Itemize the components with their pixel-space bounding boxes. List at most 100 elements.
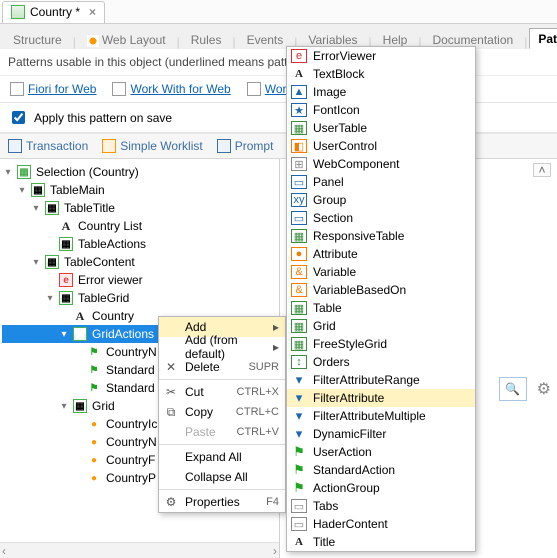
delete-icon: ✕: [163, 360, 179, 374]
tree-standard2[interactable]: Standard: [104, 381, 157, 395]
tree-errorviewer[interactable]: Error viewer: [76, 273, 145, 287]
h-scrollbar[interactable]: ‹ ›: [0, 542, 279, 558]
add-item-title[interactable]: ATitle: [287, 533, 475, 551]
add-item-responsivetable[interactable]: ▦ResponsiveTable: [287, 227, 475, 245]
tab-web-layout[interactable]: Web Layout: [78, 29, 175, 49]
tab-rules[interactable]: Rules: [182, 29, 231, 49]
tbtn-prompt[interactable]: Prompt: [213, 137, 278, 155]
file-tab-country[interactable]: Country * ×: [2, 1, 105, 23]
expander-icon[interactable]: ▾: [58, 401, 70, 412]
table-icon: ▦: [31, 183, 45, 197]
tree-tabletitle[interactable]: TableTitle: [62, 201, 117, 215]
gear-icon[interactable]: ⚙: [537, 379, 551, 399]
ctx-add-default[interactable]: Add (from default)▸: [159, 337, 285, 357]
add-item-label: UserAction: [313, 445, 372, 459]
add-item-label: DynamicFilter: [313, 427, 386, 441]
attr-icon: ●: [87, 435, 101, 449]
add-item-tabs[interactable]: ▭Tabs: [287, 497, 475, 515]
add-item-useraction[interactable]: ⚑UserAction: [287, 443, 475, 461]
add-item-variablebasedon[interactable]: &VariableBasedOn: [287, 281, 475, 299]
add-item-dynamicfilter[interactable]: ▾DynamicFilter: [287, 425, 475, 443]
add-item-filterattribute[interactable]: ▾FilterAttribute: [287, 389, 475, 407]
add-item-usercontrol[interactable]: ◧UserControl: [287, 137, 475, 155]
add-item-standardaction[interactable]: ⚑StandardAction: [287, 461, 475, 479]
errorviewer-icon: e: [291, 49, 307, 63]
add-item-webcomponent[interactable]: ⊞WebComponent: [287, 155, 475, 173]
tree-countryn2[interactable]: CountryN: [104, 435, 159, 449]
add-item-table[interactable]: ▦Table: [287, 299, 475, 317]
selection-icon: ▦: [17, 165, 31, 179]
link-fiori[interactable]: Fiori for Web: [6, 80, 100, 98]
add-item-orders[interactable]: ↕Orders: [287, 353, 475, 371]
table-icon: ▦: [59, 237, 73, 251]
tree-countryp[interactable]: CountryP: [104, 471, 158, 485]
tree-tablegrid[interactable]: TableGrid: [76, 291, 131, 305]
worklist-icon: [102, 139, 116, 153]
add-item-grid[interactable]: ▦Grid: [287, 317, 475, 335]
expander-icon[interactable]: ▾: [2, 167, 14, 178]
add-item-section[interactable]: ▭Section: [287, 209, 475, 227]
add-item-freestylegrid[interactable]: ▦FreeStyleGrid: [287, 335, 475, 353]
ctx-expand-all[interactable]: Expand All: [159, 447, 285, 467]
tree-countrylist[interactable]: Country List: [76, 219, 144, 233]
tree-root[interactable]: Selection (Country): [34, 165, 141, 179]
scroll-right-icon[interactable]: ›: [273, 544, 277, 558]
tree-standard1[interactable]: Standard: [104, 363, 157, 377]
tbtn-simple-worklist[interactable]: Simple Worklist: [98, 137, 206, 155]
apply-checkbox[interactable]: [12, 111, 25, 124]
tree-tablemain[interactable]: TableMain: [48, 183, 107, 197]
flag-icon: ⚑: [87, 345, 101, 359]
tab-events[interactable]: Events: [238, 29, 293, 49]
ctx-copy[interactable]: ⧉CopyCTRL+C: [159, 402, 285, 422]
tab-patterns[interactable]: Patterns *: [529, 28, 557, 49]
add-item-label: Panel: [313, 175, 344, 189]
chevron-up-icon[interactable]: ˄: [533, 163, 551, 177]
ctx-properties[interactable]: ⚙PropertiesF4: [159, 492, 285, 512]
scroll-left-icon[interactable]: ‹: [2, 544, 6, 558]
standardaction-icon: ⚑: [291, 463, 307, 477]
expander-icon[interactable]: ▾: [16, 185, 28, 196]
add-item-errorviewer[interactable]: eErrorViewer: [287, 47, 475, 65]
close-icon[interactable]: ×: [89, 5, 96, 19]
link-wwweb[interactable]: Work With for Web: [108, 80, 234, 98]
hadercontent-icon: ▭: [291, 517, 307, 531]
add-item-label: FilterAttribute: [313, 391, 384, 405]
add-item-variable[interactable]: &Variable: [287, 263, 475, 281]
file-tab-bar: Country * ×: [0, 0, 557, 24]
grid-icon: ▦: [291, 319, 307, 333]
add-item-usertable[interactable]: ▦UserTable: [287, 119, 475, 137]
tree-country[interactable]: Country: [90, 309, 136, 323]
ctx-cut[interactable]: ✂CutCTRL+X: [159, 382, 285, 402]
tree-tablecontent[interactable]: TableContent: [62, 255, 137, 269]
search-button[interactable]: 🔍: [499, 377, 527, 401]
expander-icon[interactable]: ▾: [44, 293, 56, 304]
tree-gridactions[interactable]: GridActions: [90, 327, 156, 341]
add-item-panel[interactable]: ▭Panel: [287, 173, 475, 191]
expander-icon[interactable]: ▾: [30, 203, 42, 214]
expander-icon[interactable]: ▾: [58, 329, 70, 340]
tree-tableactions[interactable]: TableActions: [76, 237, 148, 251]
add-item-label: UserControl: [313, 139, 377, 153]
tree-countryf[interactable]: CountryF: [104, 453, 157, 467]
add-item-label: Title: [313, 535, 335, 549]
tbtn-transaction[interactable]: Transaction: [4, 137, 92, 155]
expander-icon[interactable]: ▾: [30, 257, 42, 268]
ctx-collapse-all[interactable]: Collapse All: [159, 467, 285, 487]
pattern-icon: [10, 82, 24, 96]
add-item-image[interactable]: ▲Image: [287, 83, 475, 101]
add-item-label: FontIcon: [313, 103, 360, 117]
tree-countryn1[interactable]: CountryN: [104, 345, 159, 359]
add-item-group[interactable]: xyGroup: [287, 191, 475, 209]
add-item-filterattributemultiple[interactable]: ▾FilterAttributeMultiple: [287, 407, 475, 425]
add-item-fonticon[interactable]: ★FontIcon: [287, 101, 475, 119]
tree-countryic[interactable]: CountryIc: [104, 417, 159, 431]
search-band: 🔍 ⚙: [499, 377, 551, 401]
webcomponent-icon: ⊞: [291, 157, 307, 171]
tab-structure[interactable]: Structure: [4, 29, 71, 49]
add-item-filterattributerange[interactable]: ▾FilterAttributeRange: [287, 371, 475, 389]
add-item-actiongroup[interactable]: ⚑ActionGroup: [287, 479, 475, 497]
add-item-attribute[interactable]: ●Attribute: [287, 245, 475, 263]
tree-grid[interactable]: Grid: [90, 399, 117, 413]
add-item-hadercontent[interactable]: ▭HaderContent: [287, 515, 475, 533]
add-item-textblock[interactable]: ATextBlock: [287, 65, 475, 83]
